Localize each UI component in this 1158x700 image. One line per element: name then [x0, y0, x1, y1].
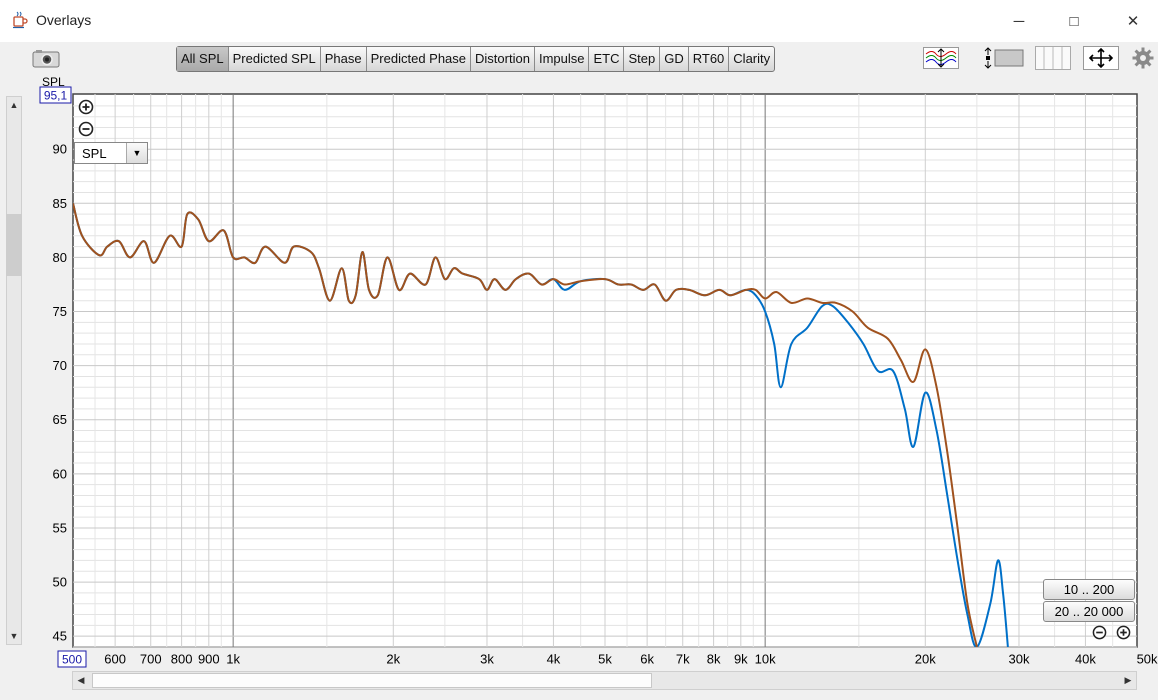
x-tick-label: 20k	[915, 652, 936, 667]
tab-phase[interactable]: Phase	[321, 47, 367, 71]
camera-icon[interactable]	[30, 44, 62, 72]
spl-select-value: SPL	[82, 146, 107, 161]
x-tick-label: 50kHz	[1137, 652, 1158, 667]
x-tick-label: 5k	[598, 652, 612, 667]
y-tick-label: 45	[53, 629, 67, 644]
zoom-out-icon[interactable]	[78, 121, 94, 137]
chevron-down-icon: ▼	[126, 143, 147, 163]
fit-view-icon[interactable]	[1082, 44, 1120, 72]
vertical-scroll-thumb[interactable]	[6, 214, 22, 276]
y-tick-label: 55	[53, 520, 67, 535]
legend-columns-icon[interactable]	[1034, 44, 1072, 72]
y-top-value: 95,1	[44, 89, 68, 103]
x-tick-label: 600	[104, 652, 126, 667]
x-tick-label: 1k	[226, 652, 240, 667]
x-tick-labels: 600 700 800 900 1k 2k 3k 4k 5k 6k 7k 8k 9k 10k 20k 30k 4…	[104, 652, 1158, 667]
tab-impulse[interactable]: Impulse	[535, 47, 590, 71]
tab-rt60[interactable]: RT60	[689, 47, 730, 71]
spl-chart[interactable]: SPL 45 50 55 60 65 70 75 80 85 90 600 700 800 900 1k 2…	[0, 72, 1158, 700]
x-tick-label: 900	[198, 652, 220, 667]
range-20-20000-button[interactable]: 20 .. 20 000	[1043, 601, 1135, 622]
window-title: Overlays	[36, 12, 92, 28]
x-tick-label: 9k	[734, 652, 748, 667]
x-tick-label: 700	[140, 652, 162, 667]
x-tick-label: 800	[171, 652, 193, 667]
tab-step[interactable]: Step	[624, 47, 661, 71]
x-tick-label: 10k	[755, 652, 776, 667]
scroll-down-icon[interactable]: ▼	[6, 628, 22, 644]
y-tick-label: 75	[53, 304, 67, 319]
horizontal-scroll-thumb[interactable]	[92, 673, 652, 688]
x-tick-label: 7k	[676, 652, 690, 667]
settings-gear-icon[interactable]	[1130, 44, 1156, 72]
y-tick-label: 65	[53, 412, 67, 427]
x-tick-label: 40k	[1075, 652, 1096, 667]
spl-select[interactable]: SPL ▼	[74, 142, 148, 164]
x-tick-label: 3k	[480, 652, 494, 667]
zoom-in-icon[interactable]	[78, 99, 94, 115]
minimize-icon[interactable]: ─	[996, 6, 1042, 36]
y-tick-label: 85	[53, 196, 67, 211]
close-icon[interactable]: ✕	[1110, 6, 1156, 36]
java-cup-icon	[11, 11, 29, 29]
zoom-in-icon[interactable]	[1116, 625, 1131, 640]
tab-gd[interactable]: GD	[660, 47, 689, 71]
tab-predicted-spl[interactable]: Predicted SPL	[229, 47, 321, 71]
x-tick-label: 8k	[707, 652, 721, 667]
vertical-scrollbar[interactable]	[6, 96, 22, 645]
tab-predicted-phase[interactable]: Predicted Phase	[367, 47, 472, 71]
x-tick-label: 6k	[640, 652, 654, 667]
y-tick-label: 50	[53, 575, 67, 590]
x-tick-label: 4k	[547, 652, 561, 667]
y-tick-label: 60	[53, 466, 67, 481]
scroll-left-icon[interactable]: ◀	[73, 672, 89, 689]
y-tick-label: 90	[53, 142, 67, 157]
x-tick-label: 2k	[386, 652, 400, 667]
range-10-200-button[interactable]: 10 .. 200	[1043, 579, 1135, 600]
controls-panel-icon[interactable]	[984, 44, 1024, 72]
x-tick-label: 30k	[1008, 652, 1029, 667]
tab-distortion[interactable]: Distortion	[471, 47, 535, 71]
maximize-icon[interactable]: □	[1051, 6, 1097, 36]
y-tick-label: 80	[53, 250, 67, 265]
y-tick-label: 70	[53, 358, 67, 373]
tab-etc[interactable]: ETC	[589, 47, 625, 71]
title-bar	[0, 0, 1158, 42]
y-tick-labels: 45 50 55 60 65 70 75 80 85 90	[53, 142, 67, 644]
x-left-value: 500	[62, 653, 82, 667]
graph-tabs: All SPL Predicted SPL Phase Predicted Ph…	[176, 46, 776, 72]
tab-clarity[interactable]: Clarity	[729, 47, 774, 71]
tab-all-spl[interactable]: All SPL	[177, 47, 229, 71]
scroll-right-icon[interactable]: ▶	[1120, 672, 1136, 689]
scroll-up-icon[interactable]: ▲	[6, 97, 22, 113]
zoom-out-icon[interactable]	[1092, 625, 1107, 640]
trace-arrange-icon[interactable]	[922, 44, 960, 72]
